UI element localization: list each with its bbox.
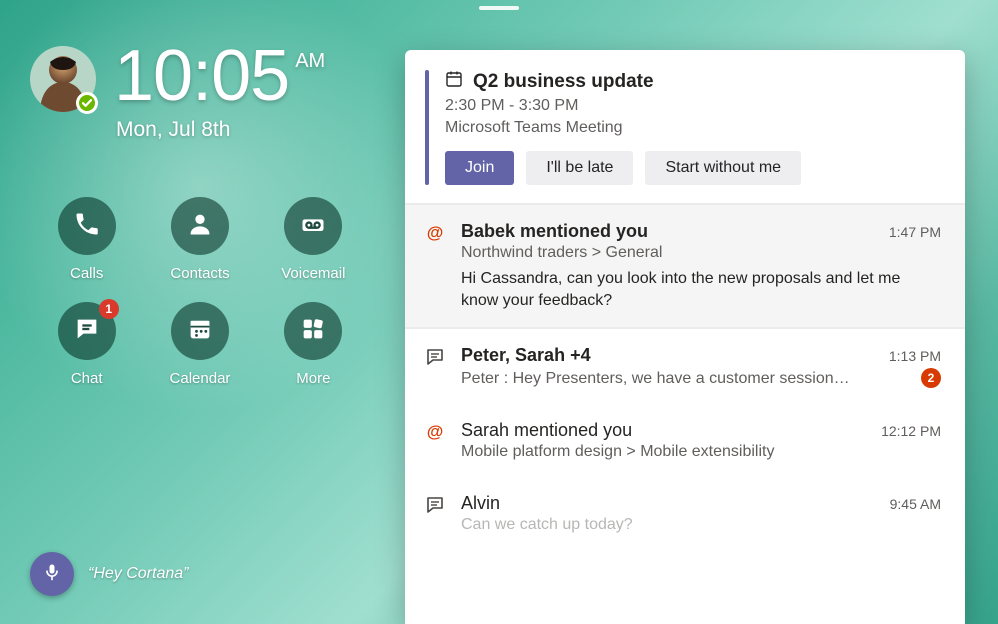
- cortana-hint: “Hey Cortana”: [88, 565, 188, 583]
- svg-text:@: @: [427, 223, 444, 242]
- feed-message: Hi Cassandra, can you look into the new …: [461, 268, 941, 311]
- app-label: Calls: [70, 265, 103, 282]
- feed-item-chat[interactable]: Peter, Sarah +4 1:13 PM Peter : Hey Pres…: [405, 329, 965, 404]
- chat-outline-icon: [425, 493, 447, 534]
- feed-item-mention[interactable]: @ Babek mentioned you 1:47 PM Northwind …: [405, 205, 965, 329]
- meeting-up-next[interactable]: Q2 business update 2:30 PM - 3:30 PM Mic…: [405, 50, 965, 205]
- activity-card: Q2 business update 2:30 PM - 3:30 PM Mic…: [405, 50, 965, 624]
- app-chat[interactable]: 1 Chat: [58, 302, 116, 387]
- app-label: Voicemail: [281, 265, 345, 282]
- feed-title: Peter, Sarah +4: [461, 345, 591, 366]
- drag-handle[interactable]: [479, 6, 519, 10]
- app-label: Chat: [71, 370, 103, 387]
- app-label: More: [296, 370, 330, 387]
- microphone-icon: [42, 562, 62, 587]
- calendar-icon: [186, 315, 214, 348]
- svg-text:@: @: [427, 422, 444, 441]
- clock-date: Mon, Jul 8th: [116, 118, 325, 142]
- feed-title: Alvin: [461, 493, 500, 514]
- join-button[interactable]: Join: [445, 151, 514, 185]
- feed-title: Sarah mentioned you: [461, 420, 632, 441]
- start-without-me-button[interactable]: Start without me: [645, 151, 801, 185]
- apps-icon: [299, 315, 327, 348]
- home-panel: 10:05 AM Mon, Jul 8th Calls Contacts Voi: [0, 0, 405, 624]
- app-calendar[interactable]: Calendar: [170, 302, 231, 387]
- phone-icon: [73, 210, 101, 243]
- calendar-event-icon: [445, 70, 463, 93]
- feed-preview: Can we catch up today?: [461, 516, 941, 534]
- presence-available-icon: [76, 92, 98, 114]
- voicemail-icon: [299, 210, 327, 243]
- app-more[interactable]: More: [284, 302, 342, 387]
- meeting-time: 2:30 PM - 3:30 PM: [445, 97, 941, 115]
- feed-item-mention[interactable]: @ Sarah mentioned you 12:12 PM Mobile pl…: [405, 404, 965, 477]
- meeting-title: Q2 business update: [473, 71, 654, 93]
- feed-time: 1:47 PM: [889, 224, 941, 240]
- meeting-accent-bar: [425, 70, 429, 185]
- app-label: Contacts: [170, 265, 229, 282]
- feed-subtitle: Northwind traders > General: [461, 244, 941, 262]
- mention-icon: @: [425, 420, 447, 461]
- feed-subtitle: Mobile platform design > Mobile extensib…: [461, 443, 941, 461]
- user-avatar[interactable]: [30, 46, 96, 112]
- meeting-location: Microsoft Teams Meeting: [445, 119, 941, 137]
- feed-time: 12:12 PM: [881, 423, 941, 439]
- feed-time: 1:13 PM: [889, 348, 941, 364]
- chat-badge: 1: [99, 299, 119, 319]
- app-calls[interactable]: Calls: [58, 197, 116, 282]
- feed-title: Babek mentioned you: [461, 221, 648, 242]
- app-label: Calendar: [170, 370, 231, 387]
- late-button[interactable]: I'll be late: [526, 151, 633, 185]
- mention-icon: @: [425, 221, 447, 311]
- feed-time: 9:45 AM: [890, 496, 941, 512]
- feed-preview: Peter : Hey Presenters, we have a custom…: [461, 370, 850, 388]
- clock-time: 10:05: [114, 40, 289, 112]
- app-grid: Calls Contacts Voicemail 1 Chat: [30, 197, 370, 387]
- unread-badge: 2: [921, 368, 941, 388]
- cortana-row: “Hey Cortana”: [30, 552, 188, 596]
- app-voicemail[interactable]: Voicemail: [281, 197, 345, 282]
- clock-ampm: AM: [295, 50, 325, 73]
- chat-outline-icon: [425, 345, 447, 388]
- chat-icon: [73, 315, 101, 348]
- cortana-mic-button[interactable]: [30, 552, 74, 596]
- person-icon: [186, 210, 214, 243]
- app-contacts[interactable]: Contacts: [170, 197, 229, 282]
- feed-item-chat[interactable]: Alvin 9:45 AM Can we catch up today?: [405, 477, 965, 550]
